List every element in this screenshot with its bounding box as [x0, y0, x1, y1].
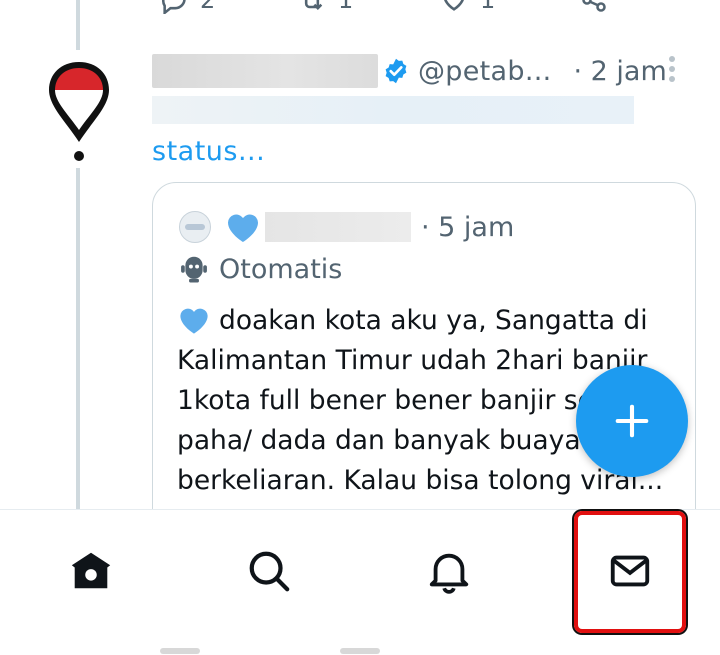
bell-icon: [429, 553, 469, 594]
bottom-navigation: [0, 509, 720, 655]
tweet-time[interactable]: · 2 jam: [573, 56, 666, 87]
nav-home[interactable]: [66, 546, 116, 596]
automated-label-text: Otomatis: [219, 253, 343, 285]
nav-messages[interactable]: [605, 546, 655, 596]
retweet-action[interactable]: 1: [298, 0, 353, 14]
previous-tweet-actions: 2 1 1: [150, 0, 630, 16]
verified-badge-icon: [385, 58, 407, 84]
nav-search[interactable]: [244, 546, 294, 596]
system-nav-hint: [0, 648, 720, 655]
heart-outline-icon: [444, 0, 464, 11]
reply-icon: [161, 0, 186, 14]
nav-notifications[interactable]: [424, 546, 474, 596]
share-action[interactable]: [580, 0, 608, 14]
retweet-icon: [304, 0, 323, 10]
reply-count: 2: [200, 0, 216, 14]
avatar[interactable]: [44, 58, 114, 168]
quoted-display-name-redacted: [265, 212, 411, 242]
more-options-icon[interactable]: [668, 56, 676, 86]
home-icon: [71, 552, 111, 589]
quoted-tweet-time: · 5 jam: [421, 211, 515, 243]
thread-line-top: [76, 0, 80, 50]
flag-pin-icon: [49, 62, 109, 161]
blue-heart-icon: [228, 214, 258, 242]
like-action[interactable]: 1: [440, 0, 495, 14]
share-icon: [582, 0, 606, 12]
quoted-text-line: doakan kota aku ya, Sangatta di: [177, 301, 695, 341]
thread-line-bottom: [76, 168, 80, 510]
like-count: 1: [480, 0, 496, 14]
retweet-count: 1: [338, 0, 354, 14]
mail-icon: [610, 555, 650, 587]
plus-icon: [615, 404, 649, 438]
search-icon: [249, 551, 290, 592]
blue-heart-icon: [180, 308, 208, 334]
reply-action[interactable]: 2: [160, 0, 215, 14]
handle[interactable]: @petab...: [418, 56, 551, 87]
quoted-avatar[interactable]: [179, 211, 211, 243]
display-name-redacted[interactable]: [152, 54, 378, 88]
show-status-link[interactable]: status...: [152, 136, 265, 167]
compose-tweet-button[interactable]: [576, 365, 688, 477]
automated-label: Otomatis: [179, 253, 342, 285]
tweet-text-redacted: [152, 96, 634, 124]
robot-icon: [181, 256, 207, 283]
tweet-header: @petab... · 2 jam: [152, 52, 700, 90]
quoted-tweet-header: · 5 jam: [179, 209, 675, 245]
